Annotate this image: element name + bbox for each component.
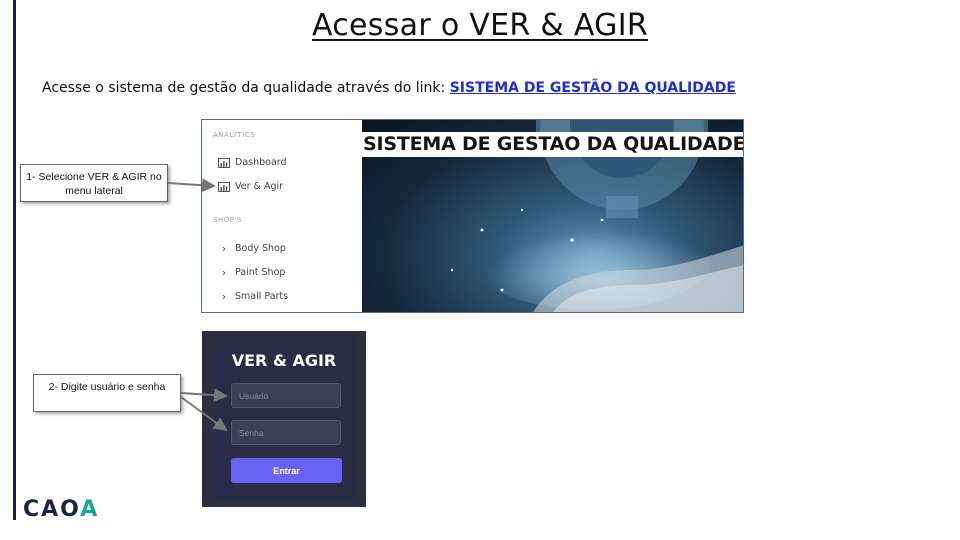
callout-arrows — [167, 178, 228, 432]
arrow-to-username — [180, 388, 228, 403]
caoa-logo: CAOA — [23, 497, 100, 522]
arrow-to-ver-agir — [167, 178, 216, 193]
arrow-to-password — [180, 396, 228, 432]
